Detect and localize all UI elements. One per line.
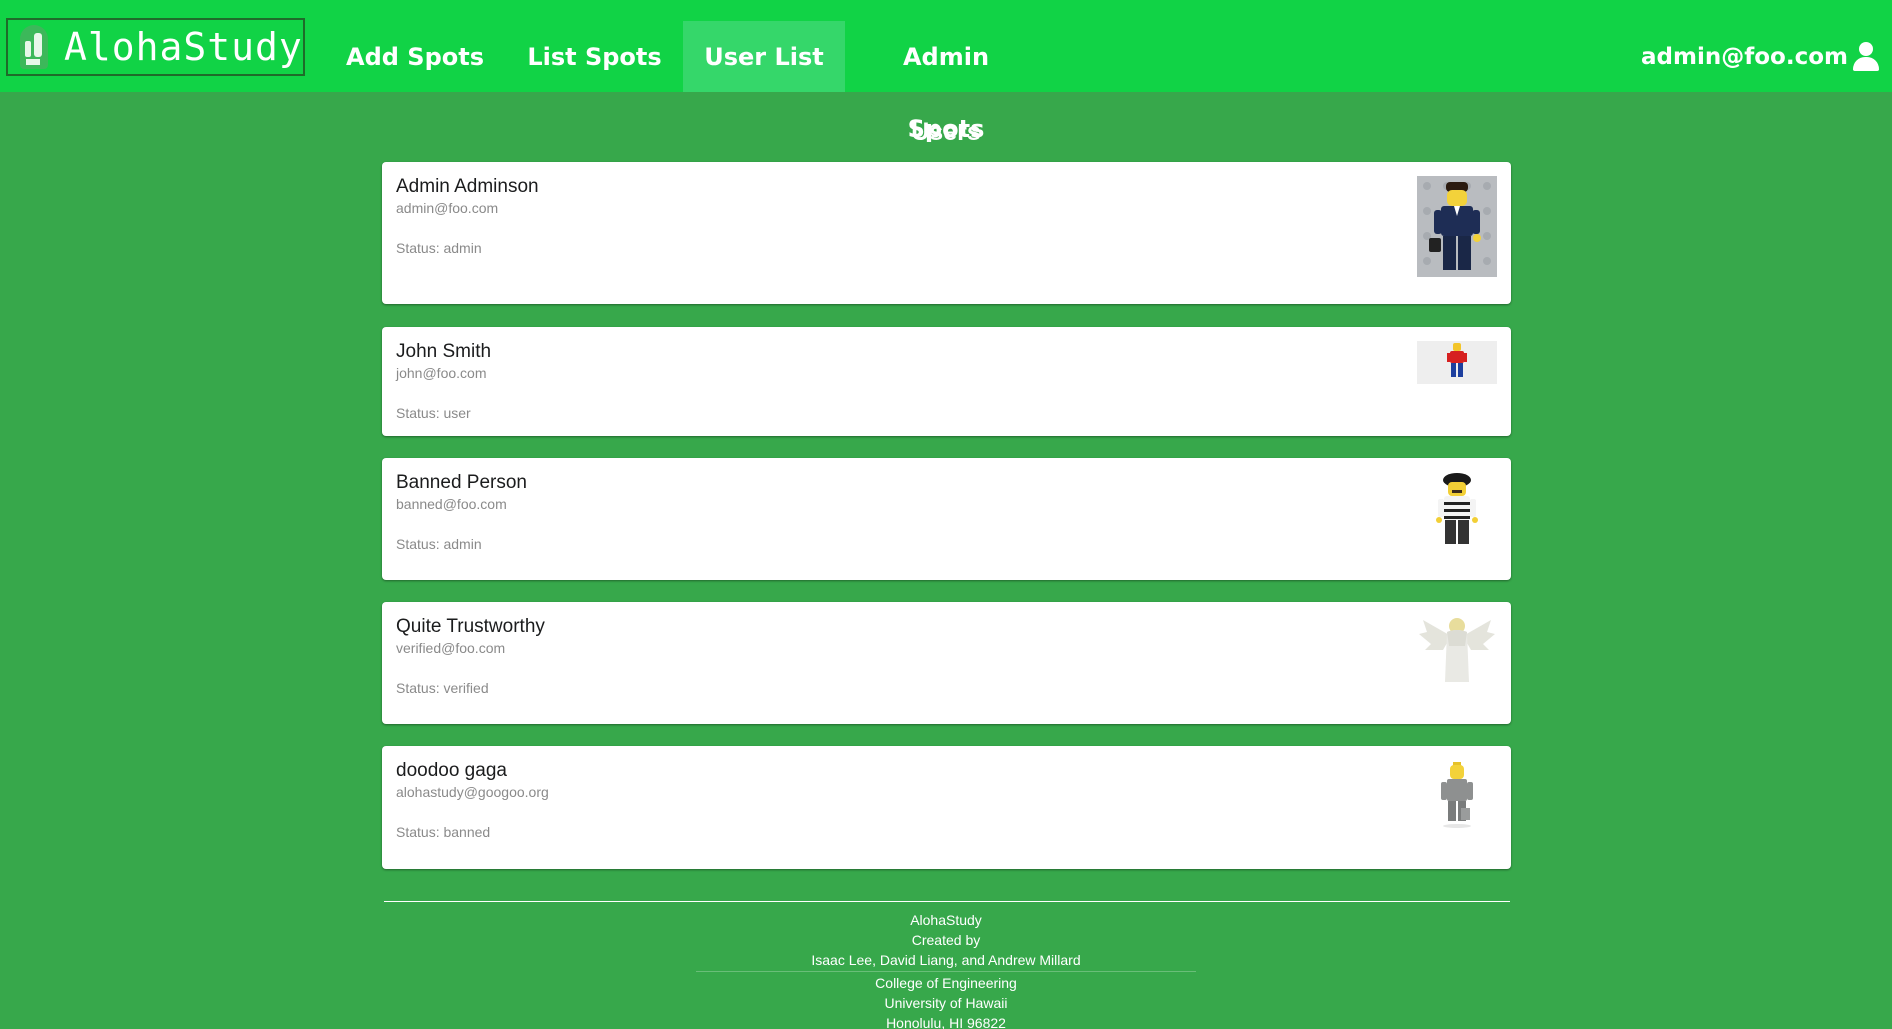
user-menu-dropdown[interactable]: admin@foo.com [1641, 40, 1880, 74]
nav-admin-spots[interactable]: Admin Spots [866, 21, 1026, 143]
user-avatar-image [1441, 762, 1473, 828]
user-name: Quite Trustworthy [396, 616, 545, 637]
alohastudy-logo-icon [14, 23, 54, 71]
footer-separator [696, 971, 1196, 972]
footer-address: Honolulu, HI 96822 [886, 1015, 1006, 1029]
footer: AlohaStudy Created by Isaac Lee, David L… [0, 910, 1892, 1029]
user-card: John Smith john@foo.com Status: user [382, 327, 1511, 436]
nav-add-spots[interactable]: Add Spots [335, 21, 495, 92]
brand-logo-link[interactable]: AlohaStudy [6, 18, 305, 76]
footer-created-by: Created by [911, 932, 981, 948]
user-email: admin@foo.com [396, 200, 499, 216]
top-navbar: AlohaStudy Add Spots List Spots User Lis… [0, 0, 1892, 143]
user-avatar-image [1417, 176, 1497, 277]
user-status: Status: user [396, 405, 471, 421]
user-name: Banned Person [396, 472, 527, 493]
user-status: Status: admin [396, 536, 482, 552]
user-card: Quite Trustworthy verified@foo.com Statu… [382, 602, 1511, 724]
user-avatar-image [1419, 618, 1495, 682]
user-email: banned@foo.com [396, 496, 507, 512]
user-email: verified@foo.com [396, 640, 506, 656]
footer-divider [384, 901, 1510, 902]
nav-list-spots[interactable]: List Spots [517, 21, 672, 92]
user-status: Status: admin [396, 240, 482, 256]
footer-college: College of Engineering [875, 975, 1017, 991]
user-card: Banned Person banned@foo.com Status: adm… [382, 458, 1511, 580]
nav-user-list[interactable]: User List [683, 21, 845, 92]
user-status: Status: banned [396, 824, 491, 840]
user-email: alohastudy@googoo.org [396, 784, 549, 800]
footer-app-name: AlohaStudy [910, 912, 982, 928]
brand-name: AlohaStudy [64, 25, 303, 69]
footer-university: University of Hawaii [884, 995, 1008, 1011]
user-email: john@foo.com [396, 365, 487, 381]
user-status: Status: verified [396, 680, 489, 696]
user-card: doodoo gaga alohastudy@googoo.org Status… [382, 746, 1511, 869]
user-icon [1852, 42, 1880, 72]
footer-authors: Isaac Lee, David Liang, and Andrew Milla… [811, 952, 1081, 968]
page-title: Users [911, 118, 981, 146]
user-name: John Smith [396, 341, 492, 362]
user-name: doodoo gaga [396, 760, 507, 781]
user-name: Admin Adminson [396, 176, 539, 197]
user-avatar-image [1417, 341, 1497, 384]
user-card: Admin Adminson admin@foo.com Status: adm… [382, 162, 1511, 304]
user-avatar-image [1436, 473, 1478, 544]
current-user-email: admin@foo.com [1641, 44, 1848, 70]
